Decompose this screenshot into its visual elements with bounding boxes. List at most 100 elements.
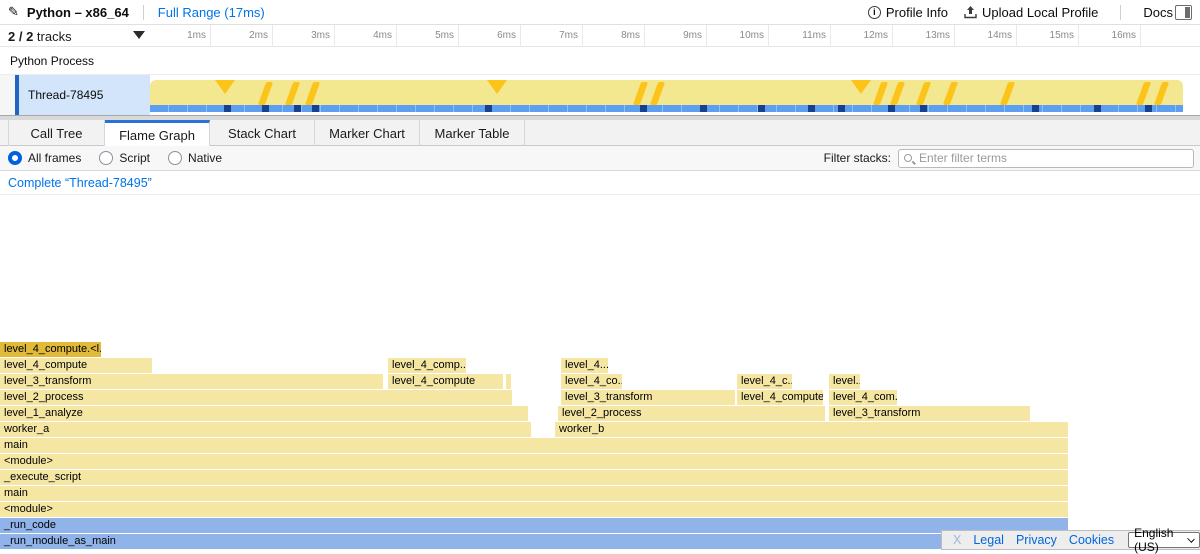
- ruler-tick-line: [644, 25, 645, 47]
- ruler-tick-line: [768, 25, 769, 47]
- full-range-link[interactable]: Full Range (17ms): [158, 5, 265, 20]
- profile-info-button[interactable]: i Profile Info: [868, 5, 948, 20]
- flame-frame-level_4_co[interactable]: level_4_co...: [561, 374, 622, 389]
- cpu-strip-dark-segment: [700, 105, 707, 112]
- footer-close-button[interactable]: X: [953, 533, 961, 547]
- flame-frame-level_4_compute[interactable]: level_4_compute: [388, 374, 503, 389]
- flame-frame-level_2_process[interactable]: level_2_process: [0, 390, 512, 405]
- marker-triangle-icon[interactable]: [487, 80, 507, 94]
- ruler-tick-label: 7ms: [534, 30, 578, 41]
- flame-frame-module[interactable]: <module>: [0, 454, 1068, 469]
- flame-frame-level_3_transform[interactable]: level_3_transform: [561, 390, 735, 405]
- flame-frame-main[interactable]: main: [0, 438, 1068, 453]
- marker-slash-icon[interactable]: [633, 82, 648, 105]
- footer-link-legal[interactable]: Legal: [973, 533, 1004, 547]
- flame-frame-_run_module_as_main[interactable]: _run_module_as_main: [0, 534, 1068, 549]
- legal-footer: X Legal Privacy Cookies English (US): [941, 530, 1200, 550]
- marker-slash-icon[interactable]: [1136, 82, 1151, 105]
- marker-slash-icon[interactable]: [285, 82, 300, 105]
- flame-frame-level_4_c[interactable]: level_4_c...: [737, 374, 792, 389]
- flame-frame-worker_b[interactable]: worker_b: [555, 422, 1068, 437]
- thread-track-row[interactable]: Thread-78495: [0, 75, 1200, 115]
- flame-row: level_4_compute level_4_comp... level_4...: [0, 358, 1200, 373]
- flame-frame-level[interactable]: level...: [829, 374, 860, 389]
- tab-flame-graph[interactable]: Flame Graph: [105, 120, 210, 147]
- process-track-label: Python Process: [10, 54, 94, 68]
- flame-frame-level_4_compute[interactable]: level_4_compute: [737, 390, 823, 405]
- marker-slash-icon[interactable]: [916, 82, 931, 105]
- thread-track-canvas[interactable]: [150, 75, 1200, 115]
- flame-frame-level_2_process[interactable]: level_2_process: [558, 406, 825, 421]
- filter-input-box: [898, 149, 1194, 168]
- filter-stacks-wrap: Filter stacks:: [824, 149, 1200, 168]
- flame-frame-level_4_comp[interactable]: level_4_comp...: [388, 358, 466, 373]
- flame-frame-level_4_computel[interactable]: level_4_compute.<l...: [0, 342, 101, 357]
- flame-frame-_execute_script[interactable]: _execute_script: [0, 470, 1068, 485]
- flame-frame-_run_code[interactable]: _run_code: [0, 518, 1068, 533]
- tab-marker-table[interactable]: Marker Table: [420, 120, 525, 146]
- radio-label: Native: [188, 151, 222, 165]
- flame-frame[interactable]: [506, 374, 511, 389]
- flame-frame-module[interactable]: <module>: [0, 502, 1068, 517]
- flame-frame-level_4_com[interactable]: level_4_com...: [829, 390, 897, 405]
- activity-graph: [150, 80, 1183, 105]
- open-sidebar-icon[interactable]: [1175, 5, 1192, 20]
- radio-label: All frames: [28, 151, 81, 165]
- flame-frame-level_1_analyze[interactable]: level_1_analyze: [0, 406, 528, 421]
- flame-frame-level_4[interactable]: level_4...: [561, 358, 608, 373]
- process-track-row[interactable]: Python Process: [0, 47, 1200, 75]
- tab-stack-chart[interactable]: Stack Chart: [210, 120, 315, 146]
- cpu-strip-dark-segment: [758, 105, 765, 112]
- breadcrumb-complete-thread[interactable]: Complete “Thread-78495”: [8, 176, 152, 190]
- edit-pencil-icon[interactable]: ✎: [8, 4, 19, 20]
- ruler-tick-label: 4ms: [348, 30, 392, 41]
- marker-triangle-icon[interactable]: [215, 80, 235, 94]
- flame-frame-level_3_transform[interactable]: level_3_transform: [0, 374, 383, 389]
- marker-slash-icon[interactable]: [305, 82, 320, 105]
- cpu-strip-dark-segment: [262, 105, 269, 112]
- cpu-strip: [150, 105, 1183, 112]
- flame-row: _execute_script: [0, 470, 1200, 485]
- upload-profile-button[interactable]: Upload Local Profile: [964, 5, 1098, 20]
- marker-slash-icon[interactable]: [1000, 82, 1015, 105]
- header-right: i Profile Info Upload Local Profile Docs: [868, 5, 1200, 20]
- radio-all-frames[interactable]: All frames: [8, 151, 81, 165]
- frame-filter-radios: All frames Script Native: [0, 151, 222, 165]
- marker-triangle-icon[interactable]: [851, 80, 871, 94]
- tab-marker-chart[interactable]: Marker Chart: [315, 120, 420, 146]
- flame-graph-canvas: level_4_compute.<l...level_4_computeleve…: [0, 195, 1200, 550]
- marker-slash-icon[interactable]: [873, 82, 888, 105]
- marker-slash-icon[interactable]: [650, 82, 665, 105]
- flame-frame-worker_a[interactable]: worker_a: [0, 422, 531, 437]
- radio-script[interactable]: Script: [99, 151, 150, 165]
- marker-slash-icon[interactable]: [258, 82, 273, 105]
- marker-slash-icon[interactable]: [890, 82, 905, 105]
- cpu-strip-dark-segment: [485, 105, 492, 112]
- flame-frame-level_3_transform[interactable]: level_3_transform: [829, 406, 1030, 421]
- radio-native[interactable]: Native: [168, 151, 222, 165]
- breadcrumb-row: Complete “Thread-78495”: [0, 171, 1200, 195]
- language-select[interactable]: English (US): [1128, 532, 1200, 548]
- tab-call-tree[interactable]: Call Tree: [8, 120, 105, 146]
- ruler-tick-line: [706, 25, 707, 47]
- cpu-strip-dark-segment: [294, 105, 301, 112]
- tracks-count-label: 2 / 2 tracks: [8, 29, 72, 44]
- cpu-strip-dark-segment: [1145, 105, 1152, 112]
- ruler-tick-label: 2ms: [224, 30, 268, 41]
- footer-link-privacy[interactable]: Privacy: [1016, 533, 1057, 547]
- firefox-profiler-app: ✎ Python – x86_64 Full Range (17ms) i Pr…: [0, 0, 1200, 550]
- tracks-dropdown-arrow[interactable]: [133, 31, 145, 39]
- header-divider-2: [1120, 5, 1121, 20]
- marker-slash-icon[interactable]: [943, 82, 958, 105]
- flame-frame-main[interactable]: main: [0, 486, 1068, 501]
- ruler-tick-label: 14ms: [968, 30, 1012, 41]
- marker-slash-icon[interactable]: [1154, 82, 1169, 105]
- flame-frame-level_4_compute[interactable]: level_4_compute: [0, 358, 152, 373]
- footer-link-cookies[interactable]: Cookies: [1069, 533, 1114, 547]
- header-left: ✎ Python – x86_64 Full Range (17ms): [0, 4, 265, 20]
- ruler-tick-label: 8ms: [596, 30, 640, 41]
- filter-stacks-input[interactable]: [919, 150, 1189, 167]
- ruler-tick-line: [396, 25, 397, 47]
- thread-track-header[interactable]: Thread-78495: [19, 75, 150, 115]
- cpu-strip-dark-segment: [640, 105, 647, 112]
